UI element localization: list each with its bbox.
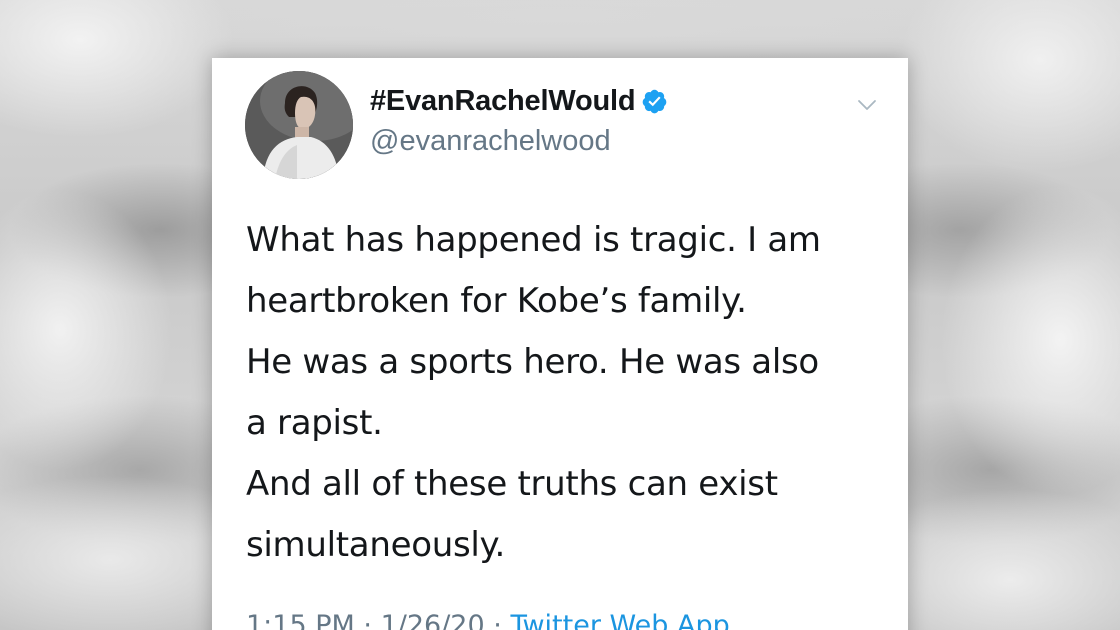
avatar[interactable]	[245, 71, 353, 179]
tweet-metadata: 1:15 PM · 1/26/20 · Twitter Web App	[246, 610, 730, 630]
display-name[interactable]: #EvanRachelWould	[370, 85, 636, 118]
tweet-text-line: He was a sports hero. He was also	[246, 342, 819, 382]
tweet-time[interactable]: 1:15 PM	[246, 610, 355, 630]
tweet-text-line: heartbroken for Kobe’s family.	[246, 281, 747, 321]
avatar-portrait-image	[245, 71, 353, 179]
chevron-down-icon[interactable]	[856, 94, 878, 116]
separator-dot: ·	[363, 610, 372, 630]
tweet-text: What has happened is tragic. I am heartb…	[246, 210, 896, 576]
handle[interactable]: @evanrachelwood	[370, 125, 611, 158]
tweet-text-line: simultaneously.	[246, 525, 506, 565]
tweet-source-link[interactable]: Twitter Web App	[510, 610, 729, 630]
tweet-text-line: a rapist.	[246, 403, 383, 443]
tweet-text-line: And all of these truths can exist	[246, 464, 778, 504]
tweet-text-line: What has happened is tragic. I am	[246, 220, 821, 260]
display-name-row[interactable]: #EvanRachelWould	[370, 85, 668, 118]
tweet-card: #EvanRachelWould @evanrachelwood What ha…	[212, 58, 908, 630]
tweet-date[interactable]: 1/26/20	[381, 610, 485, 630]
verified-badge-icon	[643, 89, 667, 114]
separator-dot: ·	[493, 610, 502, 630]
